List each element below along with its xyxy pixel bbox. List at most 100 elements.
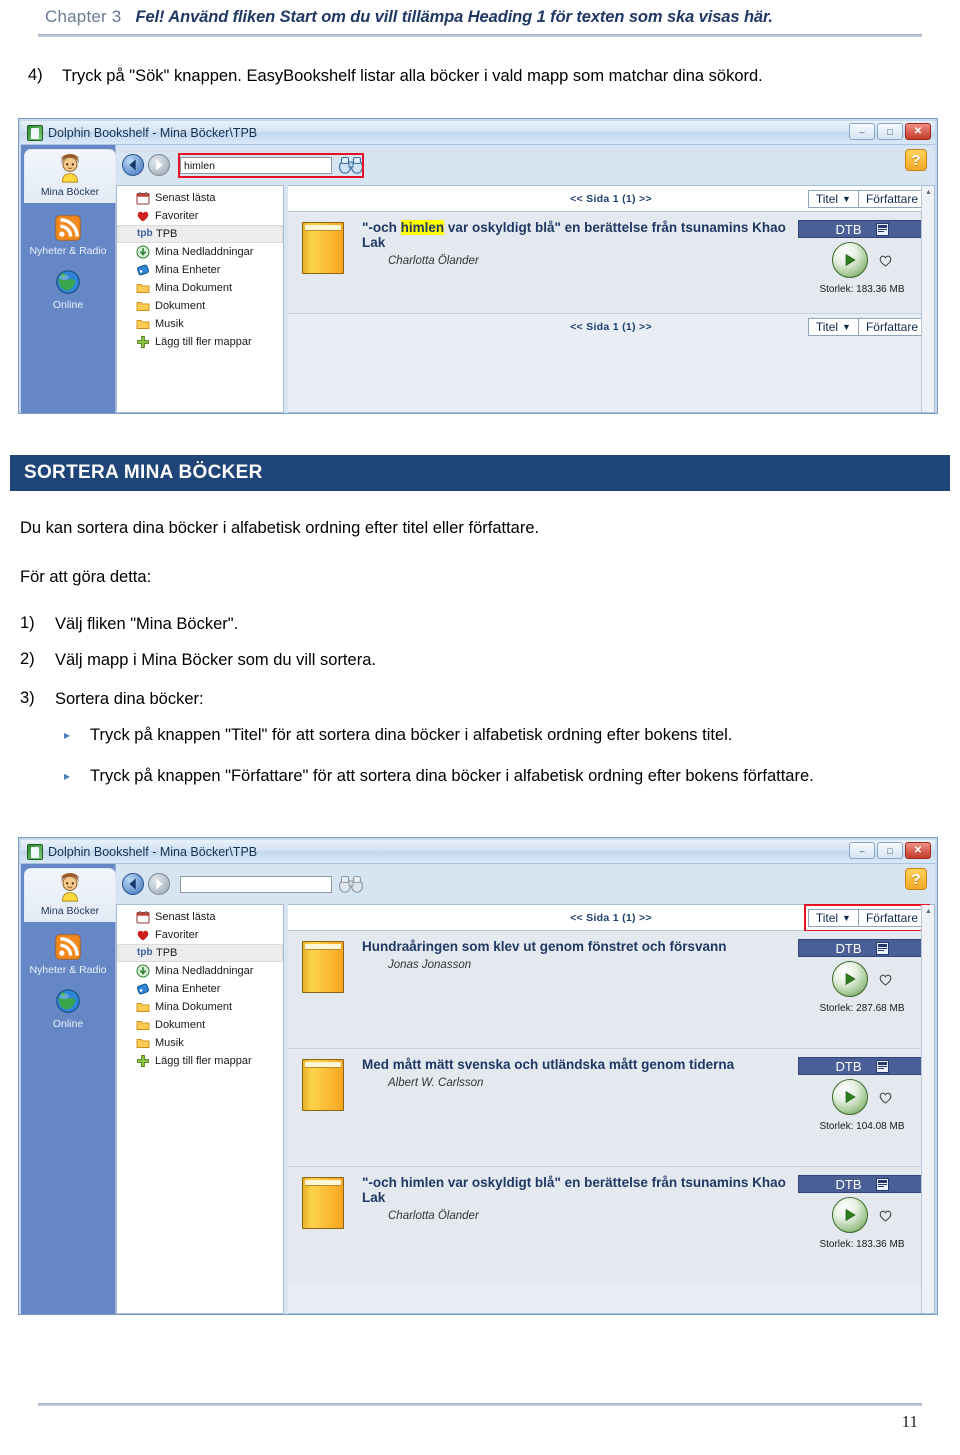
- book-list-item[interactable]: Med mått mätt svenska och utländska mått…: [288, 1049, 934, 1167]
- chapter-label: Chapter 3: [45, 7, 122, 26]
- tree-item-lagg-till-fler-mappar[interactable]: Lägg till fler mappar: [117, 333, 283, 351]
- scroll-up-icon[interactable]: ▲: [922, 905, 935, 917]
- play-button[interactable]: [831, 1079, 868, 1115]
- tree-item-musik[interactable]: Musik: [117, 315, 283, 333]
- tree-item-mina-nedladdningar[interactable]: Mina Nedladdningar: [117, 243, 283, 261]
- window-titlebar-1: Dolphin Bookshelf - Mina Böcker\TPB – □ …: [21, 121, 935, 145]
- tree-item-senast-lasta[interactable]: Senast lästa: [117, 189, 283, 207]
- book-list-item[interactable]: "-och himlen var oskyldigt blå" en berät…: [288, 1167, 934, 1285]
- vertical-scrollbar-2[interactable]: ▲: [921, 905, 934, 1313]
- tree-item-tpb[interactable]: tpb TPB: [117, 944, 283, 962]
- tree-item-label: Mina Nedladdningar: [155, 965, 254, 977]
- sidebar-item-mina-bocker[interactable]: Mina Böcker: [24, 149, 116, 203]
- tree-item-lagg-till-fler-mappar[interactable]: Lägg till fler mappar: [117, 1052, 283, 1070]
- intro-paragraph: Du kan sortera dina böcker i alfabetisk …: [20, 519, 540, 537]
- scroll-up-icon[interactable]: ▲: [922, 186, 935, 198]
- device-icon: [136, 983, 150, 995]
- sidebar-item-nyheter-radio[interactable]: Nyheter & Radio: [21, 932, 115, 976]
- tree-item-mina-dokument[interactable]: Mina Dokument: [117, 998, 283, 1016]
- tree-item-mina-nedladdningar[interactable]: Mina Nedladdningar: [117, 962, 283, 980]
- minimize-button[interactable]: –: [849, 123, 875, 140]
- sort-by-title-button[interactable]: Titel ▼: [809, 319, 859, 335]
- tree-item-dokument[interactable]: Dokument: [117, 297, 283, 315]
- tree-item-favoriter[interactable]: Favoriter: [117, 207, 283, 225]
- pagination-label[interactable]: << Sida 1 (1) >>: [570, 193, 652, 205]
- close-button[interactable]: ✕: [905, 842, 931, 859]
- close-button[interactable]: ✕: [905, 123, 931, 140]
- maximize-button[interactable]: □: [877, 842, 903, 859]
- right-pane-1: himlen ? Senast lästa Favoriter tpb TPB …: [116, 145, 935, 413]
- play-icon: [845, 1208, 856, 1222]
- search-area-2: [180, 875, 364, 893]
- play-row: [798, 961, 926, 997]
- play-button[interactable]: [831, 242, 868, 278]
- book-list-item[interactable]: "-och himlen var oskyldigt blå" en berät…: [288, 212, 934, 314]
- back-button[interactable]: [122, 873, 144, 895]
- book-details-icon[interactable]: [875, 1059, 889, 1073]
- bullet-1-text: Tryck på knappen "Titel" för att sortera…: [90, 726, 733, 744]
- search-binoculars-icon[interactable]: [338, 875, 364, 893]
- book-info: "-och himlen var oskyldigt blå" en berät…: [362, 220, 798, 267]
- favorite-heart-icon[interactable]: [878, 253, 893, 267]
- sidebar-item-mina-bocker[interactable]: Mina Böcker: [24, 868, 116, 922]
- favorite-heart-icon[interactable]: [878, 1090, 893, 1104]
- chevron-right-icon: [156, 878, 163, 890]
- search-input[interactable]: himlen: [180, 156, 332, 174]
- tree-item-senast-lasta[interactable]: Senast lästa: [117, 908, 283, 926]
- sort-by-author-button[interactable]: Författare: [859, 319, 925, 335]
- tree-item-tpb[interactable]: tpb TPB: [117, 225, 283, 243]
- book-author: Charlotta Ölander: [388, 255, 479, 268]
- help-button[interactable]: ?: [905, 868, 927, 890]
- tree-item-favoriter[interactable]: Favoriter: [117, 926, 283, 944]
- sort-buttons-2: Titel ▼ Författare: [803, 903, 930, 932]
- play-icon: [845, 253, 856, 267]
- book-list-item[interactable]: Hundraåringen som klev ut genom fönstret…: [288, 931, 934, 1049]
- favorite-heart-icon[interactable]: [878, 1208, 893, 1222]
- pagination-label[interactable]: << Sida 1 (1) >>: [570, 912, 652, 924]
- heart-icon: [137, 930, 149, 941]
- sort-by-author-button[interactable]: Författare: [859, 191, 925, 207]
- help-button[interactable]: ?: [905, 149, 927, 171]
- sort-by-title-button[interactable]: Titel ▼: [809, 190, 859, 207]
- sidebar-item-nyheter-radio[interactable]: Nyheter & Radio: [21, 213, 115, 257]
- page-number: 11: [901, 1412, 918, 1431]
- back-button[interactable]: [122, 154, 144, 176]
- calendar-icon: [136, 192, 150, 205]
- tree-item-label: Mina Enheter: [155, 983, 221, 995]
- sort-by-author-button[interactable]: Författare: [859, 910, 925, 926]
- maximize-button[interactable]: □: [877, 123, 903, 140]
- forward-button[interactable]: [148, 154, 170, 176]
- favorite-heart-icon[interactable]: [878, 972, 893, 986]
- sidebar-item-online[interactable]: Online: [21, 267, 115, 311]
- book-details-icon[interactable]: [875, 941, 889, 955]
- sort-by-title-button[interactable]: Titel ▼: [809, 909, 859, 926]
- globe-icon: [56, 270, 80, 294]
- search-input[interactable]: [180, 875, 332, 893]
- pagination-label[interactable]: << Sida 1 (1) >>: [570, 321, 652, 333]
- sidebar-item-online[interactable]: Online: [21, 986, 115, 1030]
- vertical-scrollbar-1[interactable]: ▲: [921, 186, 934, 412]
- sidebar-item-label: Online: [52, 1018, 84, 1030]
- chevron-down-icon: ▼: [842, 193, 851, 204]
- minimize-button[interactable]: –: [849, 842, 875, 859]
- tree-item-mina-enheter[interactable]: Mina Enheter: [117, 261, 283, 279]
- content-2: Senast lästa Favoriter tpb TPB Mina Nedl…: [116, 903, 935, 1314]
- book-details-icon[interactable]: [875, 222, 889, 236]
- chevron-left-icon: [129, 878, 136, 890]
- tree-item-mina-enheter[interactable]: Mina Enheter: [117, 980, 283, 998]
- tree-item-musik[interactable]: Musik: [117, 1034, 283, 1052]
- bullet-arrow-icon: ▸: [64, 728, 71, 742]
- tree-item-dokument[interactable]: Dokument: [117, 1016, 283, 1034]
- play-button[interactable]: [831, 961, 868, 997]
- book-title: "-och himlen var oskyldigt blå" en berät…: [362, 1175, 786, 1206]
- tree-item-label: Mina Dokument: [155, 1001, 233, 1013]
- play-button[interactable]: [831, 1197, 868, 1233]
- tree-item-label: Senast lästa: [155, 192, 216, 204]
- tree-item-mina-dokument[interactable]: Mina Dokument: [117, 279, 283, 297]
- tree-item-label: Lägg till fler mappar: [155, 1055, 252, 1067]
- search-binoculars-icon[interactable]: [338, 156, 364, 174]
- book-actions: DTB: [798, 1057, 926, 1132]
- book-actions: DTB: [798, 220, 926, 295]
- book-details-icon[interactable]: [875, 1177, 889, 1191]
- forward-button[interactable]: [148, 873, 170, 895]
